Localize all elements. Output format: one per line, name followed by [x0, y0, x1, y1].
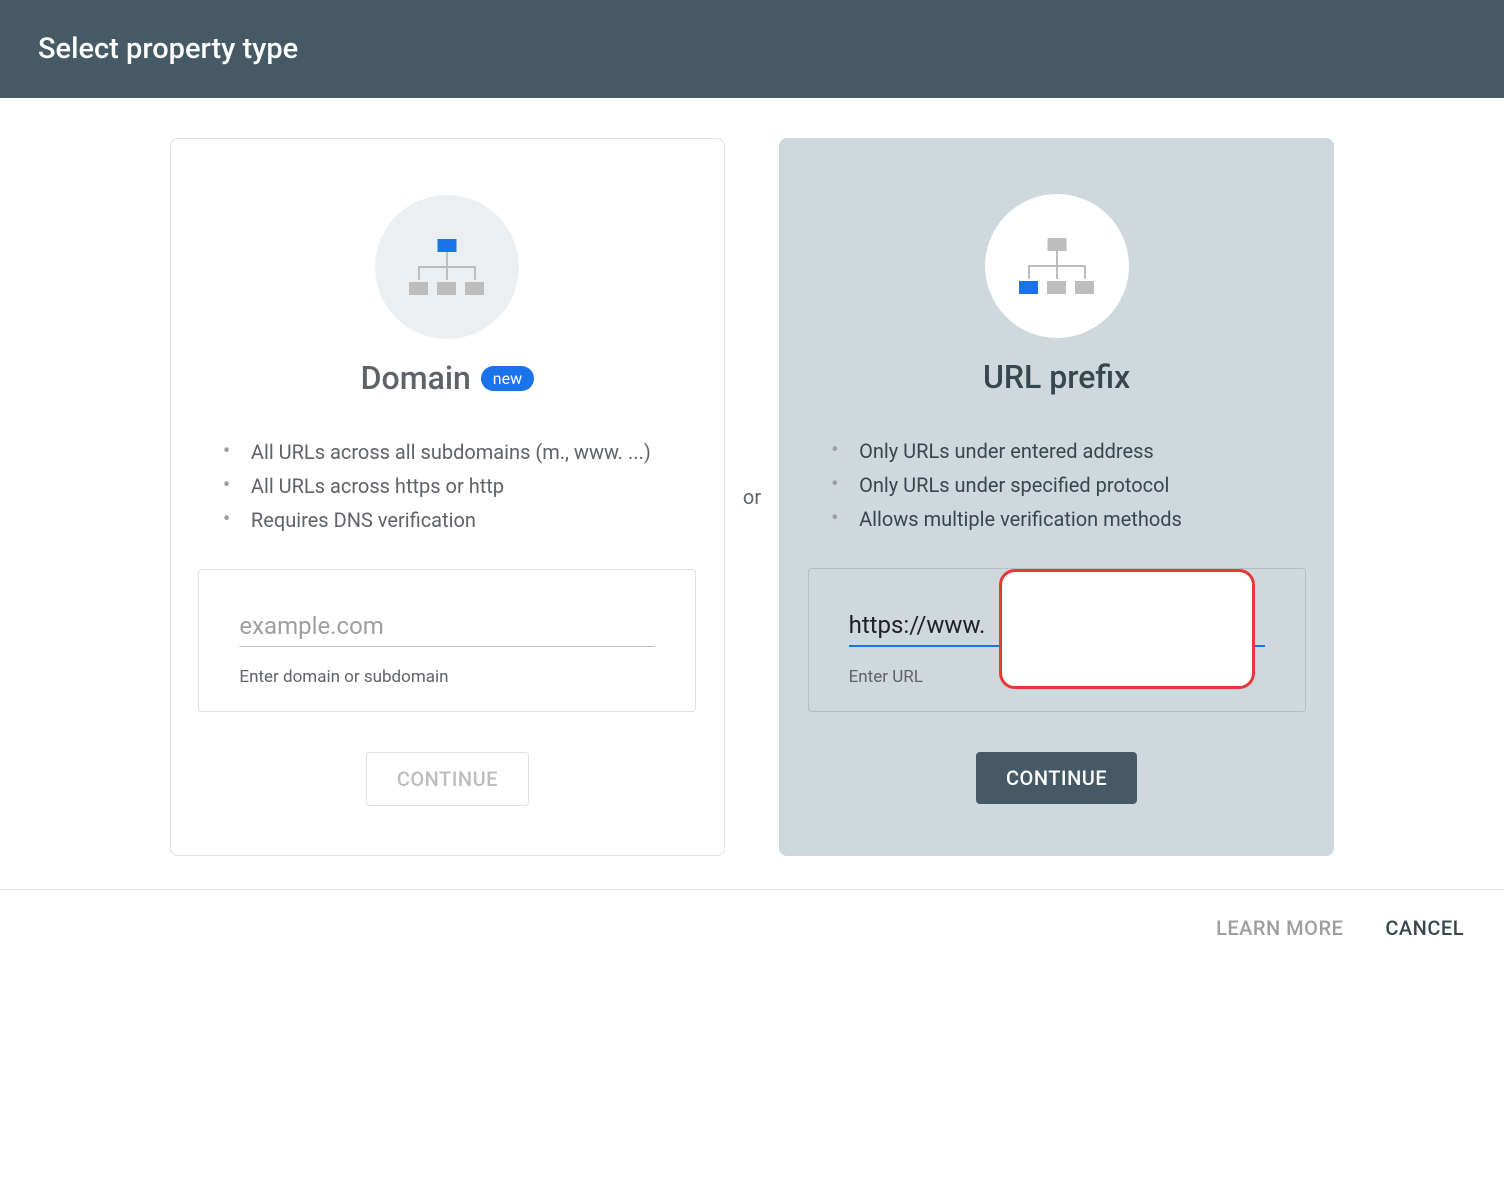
url-icon-circle [985, 194, 1129, 338]
sitemap-icon [409, 239, 485, 295]
url-feature-list: Only URLs under entered address Only URL… [807, 434, 1306, 536]
url-input[interactable] [849, 605, 1265, 647]
list-item: Only URLs under specified protocol [831, 468, 1306, 502]
url-input-label: Enter URL [849, 667, 1265, 687]
learn-more-button[interactable]: LEARN MORE [1216, 916, 1343, 940]
domain-feature-list: All URLs across all subdomains (m., www.… [199, 435, 696, 537]
new-badge: new [481, 366, 534, 391]
domain-input-label: Enter domain or subdomain [239, 667, 655, 687]
dialog-header: Select property type [0, 0, 1504, 98]
list-item: Only URLs under entered address [831, 434, 1306, 468]
or-divider: or [743, 485, 761, 509]
list-item: Requires DNS verification [223, 503, 696, 537]
url-card-title: URL prefix [983, 358, 1130, 396]
list-item: All URLs across https or http [223, 469, 696, 503]
list-item: Allows multiple verification methods [831, 502, 1306, 536]
domain-icon-circle [375, 195, 519, 339]
url-input-box: Enter URL [808, 568, 1306, 712]
dialog-footer: LEARN MORE CANCEL [0, 889, 1504, 966]
url-continue-button[interactable]: CONTINUE [976, 752, 1137, 804]
domain-input-box: Enter domain or subdomain [198, 569, 696, 712]
sitemap-icon [1019, 238, 1095, 294]
content-area: Domain new All URLs across all subdomain… [0, 98, 1504, 896]
domain-title-text: Domain [361, 359, 471, 397]
list-item: All URLs across all subdomains (m., www.… [223, 435, 696, 469]
url-title-text: URL prefix [983, 358, 1130, 396]
url-prefix-card[interactable]: URL prefix Only URLs under entered addre… [779, 138, 1334, 856]
domain-continue-button[interactable]: CONTINUE [366, 752, 529, 806]
domain-input[interactable] [239, 606, 655, 647]
dialog-title: Select property type [38, 32, 298, 66]
cancel-button[interactable]: CANCEL [1385, 916, 1464, 940]
domain-card-title: Domain new [361, 359, 534, 397]
domain-card[interactable]: Domain new All URLs across all subdomain… [170, 138, 725, 856]
